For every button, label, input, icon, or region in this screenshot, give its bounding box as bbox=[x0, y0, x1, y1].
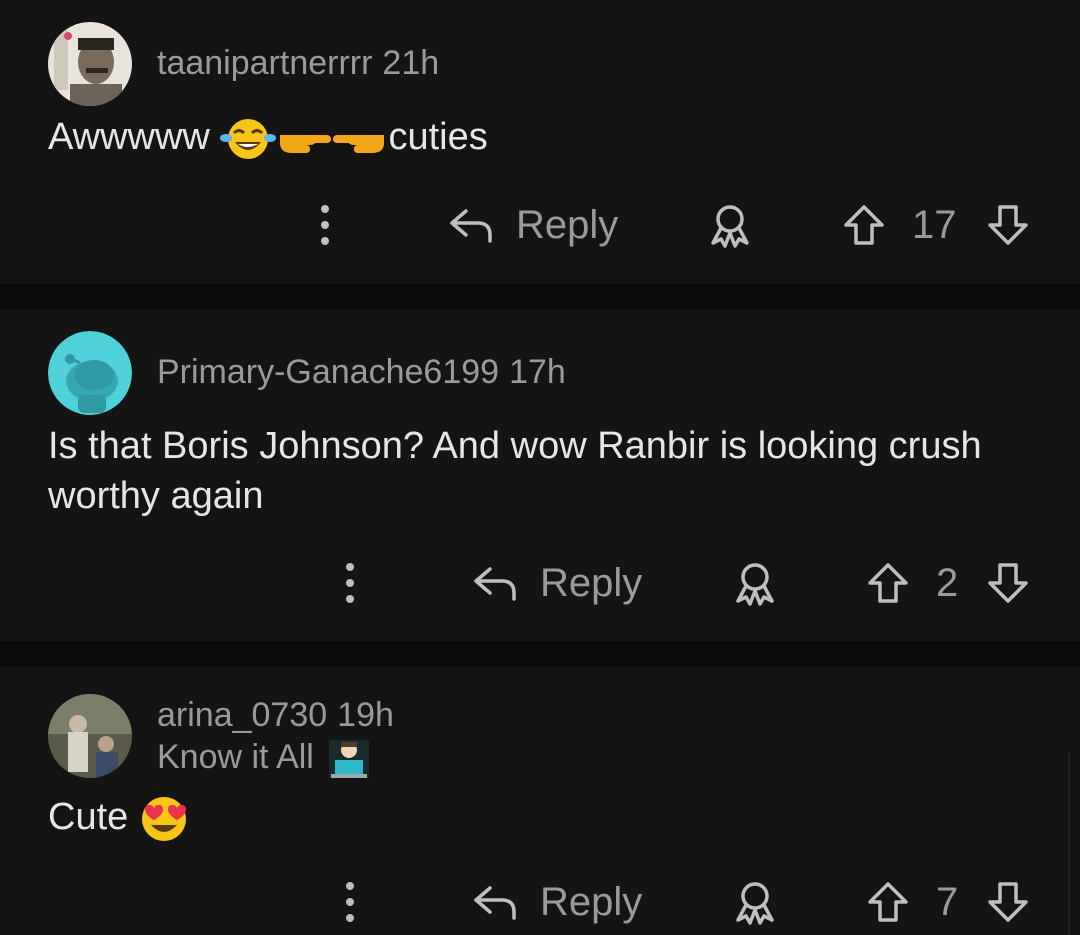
user-avatar[interactable] bbox=[48, 22, 132, 106]
more-options-button[interactable] bbox=[310, 195, 340, 255]
vote-count: 7 bbox=[936, 872, 958, 932]
downvote-button[interactable] bbox=[986, 553, 1030, 613]
user-flair: Know it All bbox=[157, 738, 371, 780]
timestamp: 21h bbox=[382, 44, 440, 82]
award-icon bbox=[711, 205, 749, 248]
vote-count-label: 2 bbox=[936, 560, 959, 605]
comment-body: Awwwww cuties bbox=[48, 112, 1020, 162]
comment-actions: Reply 7 bbox=[300, 872, 1032, 932]
backhand-index-pointing-right-icon bbox=[276, 119, 332, 159]
reply-arrow-icon bbox=[474, 886, 516, 920]
upvote-arrow-icon bbox=[868, 882, 908, 922]
reply-label: Reply bbox=[516, 202, 619, 247]
more-options-button[interactable] bbox=[335, 872, 365, 932]
award-button[interactable] bbox=[730, 553, 780, 613]
user-avatar[interactable] bbox=[48, 331, 132, 415]
upvote-arrow-icon bbox=[868, 563, 908, 603]
downvote-arrow-icon bbox=[988, 563, 1028, 603]
username[interactable]: taanipartnerrrr bbox=[157, 44, 372, 82]
comment-card: taanipartnerrrr 21h Awwwww cuties Reply … bbox=[0, 0, 1080, 284]
comment-card: arina_0730 19h Know it All Cute Reply 7 bbox=[0, 666, 1080, 935]
vote-count: 17 bbox=[912, 195, 957, 255]
reply-label: Reply bbox=[540, 879, 643, 924]
downvote-arrow-icon bbox=[988, 882, 1028, 922]
upvote-button[interactable] bbox=[842, 195, 886, 255]
comment-actions: Reply 2 bbox=[300, 553, 1032, 613]
timestamp: 17h bbox=[509, 353, 566, 391]
vote-count-label: 17 bbox=[912, 202, 957, 247]
downvote-arrow-icon bbox=[988, 205, 1028, 245]
reply-button[interactable]: Reply bbox=[472, 553, 642, 613]
comment-card: Primary-Ganache6199 17h Is that Boris Joh… bbox=[0, 309, 1080, 641]
comment-text-suffix: cuties bbox=[388, 116, 488, 158]
comment-meta: taanipartnerrrr 21h bbox=[157, 44, 439, 83]
comment-actions: Reply 17 bbox=[300, 195, 1032, 255]
more-options-button[interactable] bbox=[335, 553, 365, 613]
reply-arrow-icon bbox=[474, 567, 516, 601]
upvote-button[interactable] bbox=[866, 872, 910, 932]
comment-text: Awwwww bbox=[48, 116, 210, 158]
username[interactable]: arina_0730 bbox=[157, 696, 327, 734]
upvote-button[interactable] bbox=[866, 553, 910, 613]
more-vertical-icon bbox=[346, 882, 354, 922]
timestamp: 19h bbox=[337, 696, 394, 734]
reply-button[interactable]: Reply bbox=[472, 872, 642, 932]
comment-meta: arina_0730 19h bbox=[157, 696, 394, 735]
award-button[interactable] bbox=[705, 195, 755, 255]
vote-count: 2 bbox=[936, 553, 958, 613]
downvote-button[interactable] bbox=[986, 195, 1030, 255]
smiling-face-with-heart-eyes-icon bbox=[139, 795, 189, 843]
reply-button[interactable]: Reply bbox=[448, 195, 618, 255]
flair-text: Know it All bbox=[157, 738, 314, 776]
backhand-index-pointing-left-icon bbox=[332, 119, 388, 159]
more-vertical-icon bbox=[346, 563, 354, 603]
technologist-icon bbox=[327, 738, 371, 780]
award-icon bbox=[736, 882, 774, 925]
downvote-button[interactable] bbox=[986, 872, 1030, 932]
upvote-arrow-icon bbox=[844, 205, 884, 245]
award-icon bbox=[736, 563, 774, 606]
username[interactable]: Primary-Ganache6199 bbox=[157, 353, 499, 391]
more-vertical-icon bbox=[321, 205, 329, 245]
comment-body: Is that Boris Johnson? And wow Ranbir is… bbox=[48, 425, 982, 517]
reply-label: Reply bbox=[540, 560, 643, 605]
reply-arrow-icon bbox=[450, 209, 492, 243]
comment-text: Cute bbox=[48, 796, 129, 838]
user-avatar[interactable] bbox=[48, 694, 132, 778]
award-button[interactable] bbox=[730, 872, 780, 932]
vote-count-label: 7 bbox=[936, 879, 959, 924]
face-with-tears-of-joy-icon bbox=[220, 116, 277, 162]
scrollbar-track[interactable] bbox=[1068, 752, 1070, 935]
comment-meta: Primary-Ganache6199 17h bbox=[157, 353, 566, 392]
comment-body: Cute bbox=[48, 792, 1020, 843]
